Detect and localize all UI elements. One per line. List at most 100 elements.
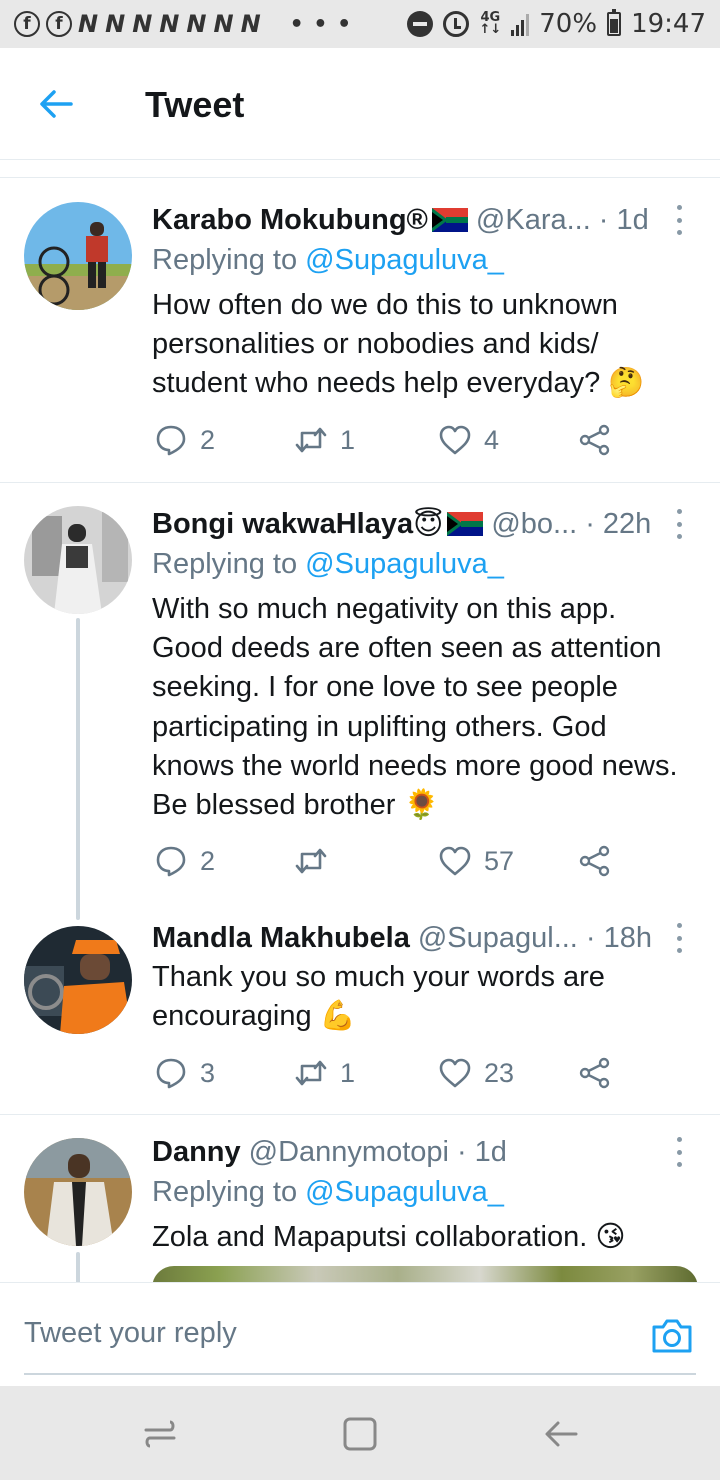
reply-mention[interactable]: @Supaguluva_ (305, 244, 504, 276)
replying-to: Replying to @Supaguluva_ (152, 1176, 504, 1208)
camera-icon[interactable] (650, 1315, 694, 1355)
clock: 19:47 (631, 9, 706, 39)
reply-count: 2 (200, 424, 216, 455)
app-header: Tweet (0, 48, 720, 160)
author-name[interactable]: Danny (152, 1136, 241, 1169)
n-icon: N (213, 10, 235, 38)
replying-to: Replying to @Supaguluva_ (152, 548, 504, 580)
retweet-icon (295, 427, 327, 453)
reply-input[interactable]: Tweet your reply (24, 1303, 696, 1375)
divider (0, 482, 720, 483)
reply-button[interactable]: 3 (154, 1056, 215, 1090)
battery-icon (607, 9, 622, 36)
like-count: 4 (484, 424, 500, 455)
reply-mention[interactable]: @Supaguluva_ (305, 1176, 504, 1208)
retweet-count: 1 (340, 1057, 356, 1088)
avatar[interactable] (24, 202, 132, 310)
notification-icons: f f N N N N N N N • • • (14, 10, 352, 38)
more-options-icon[interactable] (669, 205, 689, 235)
more-options-icon[interactable] (669, 1137, 689, 1167)
tweet-time: · 1d (456, 1135, 507, 1168)
retweet-button[interactable]: 1 (294, 423, 355, 457)
author-name[interactable]: Bongi wakwaHlaya (152, 508, 413, 541)
heart-icon (439, 425, 471, 455)
status-bar: f f N N N N N N N • • • 4G ↑↓ 70% 19:47 (0, 0, 720, 48)
share-button[interactable] (578, 1056, 612, 1090)
signal-icon (511, 12, 530, 36)
thread-line (76, 618, 80, 920)
share-icon (579, 1057, 610, 1089)
share-icon (579, 845, 610, 877)
retweet-button[interactable] (294, 844, 340, 878)
author-name[interactable]: Mandla Makhubela (152, 922, 410, 955)
divider (0, 160, 720, 178)
author-name[interactable]: Karabo Mokubung (152, 204, 407, 237)
like-button[interactable]: 4 (438, 423, 499, 457)
tweet-text: Thank you so much your words are encoura… (152, 961, 605, 1033)
author-handle[interactable]: @Dannymotopi (249, 1136, 449, 1169)
retweet-icon (295, 848, 327, 874)
like-button[interactable]: 23 (438, 1056, 514, 1090)
reply-count: 3 (200, 1057, 216, 1088)
tweet-actions: 3 1 23 (154, 1056, 624, 1092)
retweet-count: 1 (340, 424, 356, 455)
tweet-time: · 18h (585, 921, 652, 954)
reply-placeholder: Tweet your reply (24, 1317, 237, 1349)
more-notifications-icon: • • • (289, 11, 353, 37)
share-button[interactable] (578, 844, 612, 878)
tweet-actions: 2 57 (154, 844, 624, 880)
author-handle[interactable]: @bo... (491, 508, 577, 541)
page-title: Tweet (145, 84, 245, 125)
n-icon: N (132, 10, 154, 38)
recent-apps-icon[interactable] (140, 1414, 180, 1454)
system-navigation-bar (0, 1386, 720, 1480)
author-handle[interactable]: @Kara... (476, 204, 591, 237)
reply-button[interactable]: 2 (154, 423, 215, 457)
reply-button[interactable]: 2 (154, 844, 215, 878)
author-handle[interactable]: @Supagul... (418, 922, 578, 955)
n-icon: N (240, 10, 262, 38)
n-icon: N (159, 10, 181, 38)
avatar[interactable] (24, 1138, 132, 1246)
thread-line (76, 1252, 80, 1284)
heart-icon (439, 846, 471, 876)
tweet-text: Zola and Mapaputsi collaboration. 😘 (152, 1221, 626, 1253)
back-arrow-icon[interactable] (38, 86, 74, 122)
share-button[interactable] (578, 423, 612, 457)
facebook-icon: f (14, 11, 40, 37)
like-button[interactable]: 57 (438, 844, 514, 878)
network-type-icon: 4G ↑↓ (479, 10, 502, 37)
system-icons: 4G ↑↓ 70% 19:47 (407, 9, 706, 39)
retweet-button[interactable]: 1 (294, 1056, 355, 1090)
avatar[interactable] (24, 926, 132, 1034)
home-icon[interactable] (340, 1414, 380, 1454)
share-icon (579, 424, 610, 456)
battery-percent: 70% (539, 9, 598, 39)
facebook-icon: f (46, 11, 72, 37)
back-nav-icon[interactable] (542, 1414, 582, 1454)
n-icon: N (186, 10, 208, 38)
south-africa-flag-icon (447, 512, 484, 536)
author-name-suffix: ® (406, 203, 428, 236)
reply-icon (156, 846, 186, 877)
south-africa-flag-icon (431, 208, 468, 232)
divider (0, 1114, 720, 1115)
retweet-icon (295, 1060, 327, 1086)
more-options-icon[interactable] (669, 923, 689, 953)
do-not-disturb-icon (407, 11, 434, 37)
reply-count: 2 (200, 845, 216, 876)
reply-mention[interactable]: @Supaguluva_ (305, 548, 504, 580)
like-count: 57 (484, 845, 515, 876)
avatar[interactable] (24, 506, 132, 614)
reply-icon (156, 425, 186, 456)
reply-icon (156, 1058, 186, 1089)
alarm-icon (443, 11, 470, 37)
replying-to: Replying to @Supaguluva_ (152, 244, 504, 276)
tweet-text: How often do we do this to unknown perso… (152, 289, 645, 400)
angel-emoji: 😇 (413, 508, 444, 541)
more-options-icon[interactable] (669, 509, 689, 539)
tweet-actions: 2 1 4 (154, 423, 624, 459)
tweet-time: · 22h (585, 507, 652, 540)
tweet-time: · 1d (598, 203, 649, 236)
tweet-text: With so much negativity on this app. Goo… (152, 593, 678, 822)
